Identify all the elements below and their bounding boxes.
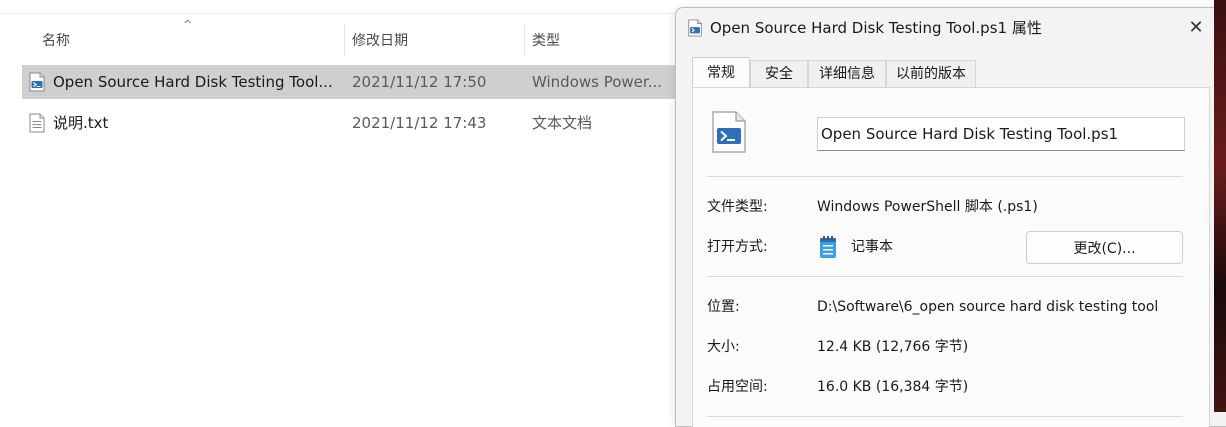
tab-security[interactable]: 安全 (750, 60, 808, 87)
location-value: D:\Software\6_open source hard disk test… (817, 299, 1159, 315)
powershell-script-icon (688, 19, 702, 37)
file-row-ps1[interactable]: Open Source Hard Disk Testing Tool.... 2… (22, 65, 676, 99)
general-tab-panel: 文件类型: Windows PowerShell 脚本 (.ps1) 打开方式:… (692, 87, 1210, 427)
column-header-date[interactable]: 修改日期 (352, 28, 522, 54)
divider (707, 276, 1183, 277)
divider (707, 416, 1183, 417)
file-row-txt[interactable]: 说明.txt 2021/11/12 17:43 文本文档 (22, 106, 676, 140)
change-button[interactable]: 更改(C)... (1026, 231, 1183, 264)
tab-previous-versions[interactable]: 以前的版本 (886, 60, 976, 87)
file-name-input[interactable] (817, 117, 1185, 151)
column-divider[interactable] (344, 24, 345, 56)
file-date: 2021/11/12 17:50 (352, 73, 487, 91)
file-name: 说明.txt (53, 114, 109, 132)
file-date: 2021/11/12 17:43 (352, 114, 487, 132)
open-with-value: 记事本 (851, 239, 893, 255)
column-header-type[interactable]: 类型 (532, 28, 672, 54)
dialog-title: Open Source Hard Disk Testing Tool.ps1 属… (710, 19, 1042, 37)
open-with-label: 打开方式: (707, 239, 768, 255)
close-icon[interactable]: ✕ (1184, 16, 1208, 40)
desktop-background-edge (1214, 0, 1226, 412)
location-label: 位置: (707, 299, 740, 315)
file-type-value: Windows PowerShell 脚本 (.ps1) (817, 199, 1038, 215)
column-divider[interactable] (524, 24, 525, 56)
file-type: 文本文档 (532, 114, 593, 132)
tab-general[interactable]: 常规 (692, 57, 750, 88)
text-file-icon (29, 113, 45, 133)
file-explorer: ^ 名称 修改日期 类型 Open Source Hard Disk Testi… (0, 0, 676, 412)
powershell-script-icon (29, 72, 45, 92)
divider (707, 176, 1183, 177)
file-type: Windows Power... (532, 73, 663, 91)
column-header-name[interactable]: 名称 (42, 28, 332, 54)
size-value: 12.4 KB (12,766 字节) (817, 339, 969, 355)
size-on-disk-value: 16.0 KB (16,384 字节) (817, 379, 969, 395)
file-type-label: 文件类型: (707, 199, 768, 215)
size-on-disk-label: 占用空间: (707, 379, 768, 395)
toolbar-edge (0, 0, 676, 14)
notepad-icon (820, 236, 836, 258)
properties-dialog: Open Source Hard Disk Testing Tool.ps1 属… (675, 7, 1226, 427)
file-name: Open Source Hard Disk Testing Tool.... (53, 73, 333, 91)
powershell-script-icon (712, 111, 746, 153)
size-label: 大小: (707, 339, 740, 355)
tab-details[interactable]: 详细信息 (808, 60, 886, 87)
